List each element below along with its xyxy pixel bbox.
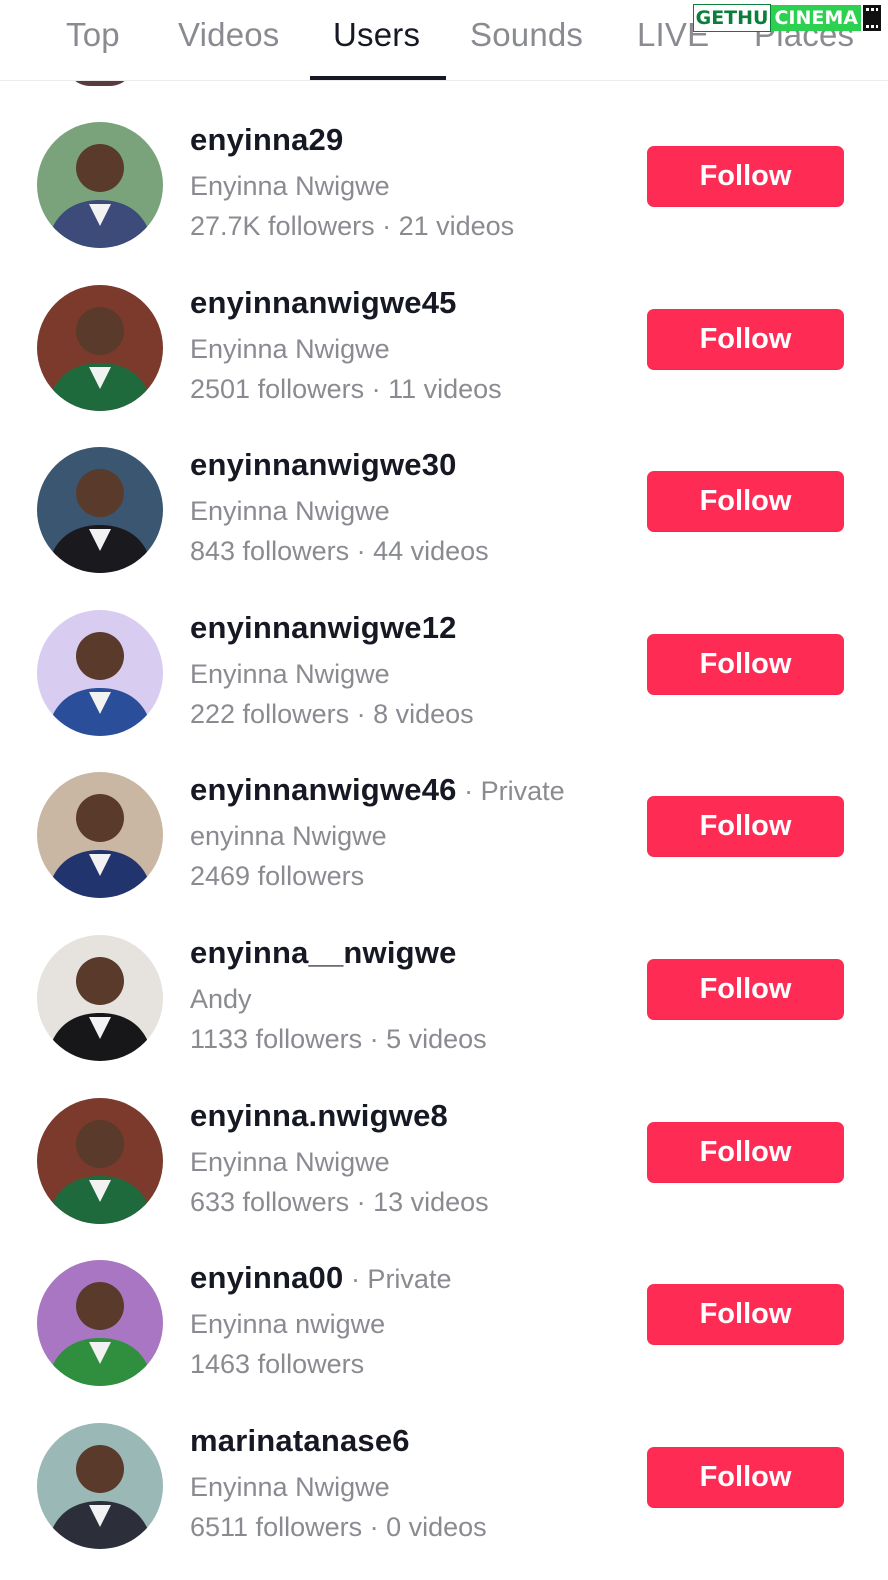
user-row[interactable]: enyinna00 · Private Enyinna nwigwe 1463 …	[0, 1238, 888, 1400]
avatar[interactable]	[37, 610, 163, 736]
avatar[interactable]	[37, 1098, 163, 1224]
username[interactable]: enyinna00	[190, 1260, 343, 1295]
tab-videos[interactable]: Videos	[178, 16, 280, 54]
avatar[interactable]	[37, 122, 163, 248]
user-row[interactable]: marinatanase6 Enyinna Nwigwe 6511 follow…	[0, 1401, 888, 1563]
person-avatar-icon	[37, 285, 163, 411]
username-line: enyinna29	[190, 120, 343, 161]
avatar[interactable]	[37, 935, 163, 1061]
user-row[interactable]: enyinnanwigwe12 Enyinna Nwigwe 222 follo…	[0, 588, 888, 750]
person-avatar-icon	[37, 122, 163, 248]
user-row[interactable]: enyinna__nwigwe Andy 1133 followers · 5 …	[0, 913, 888, 1075]
private-tag: · Private	[343, 1264, 452, 1294]
username[interactable]: enyinnanwigwe46	[190, 772, 457, 807]
person-avatar-icon	[37, 1260, 163, 1386]
username[interactable]: enyinnanwigwe30	[190, 447, 457, 482]
avatar[interactable]	[37, 447, 163, 573]
display-name: Enyinna Nwigwe	[190, 171, 390, 201]
follower-stats: 1133 followers · 5 videos	[190, 1024, 487, 1054]
username-line: enyinna00 · Private	[190, 1258, 451, 1299]
username[interactable]: enyinna.nwigwe8	[190, 1098, 448, 1133]
user-results-list: enyinna29 Enyinna Nwigwe 27.7K followers…	[0, 0, 888, 1580]
watermark-text-2: CINEMA	[771, 5, 861, 31]
display-name: Enyinna nwigwe	[190, 1309, 386, 1339]
username-line: enyinnanwigwe46 · Private	[190, 770, 565, 811]
person-avatar-icon	[37, 610, 163, 736]
display-name: Enyinna Nwigwe	[190, 1147, 390, 1177]
follow-button[interactable]: Follow	[647, 309, 844, 370]
avatar[interactable]	[37, 772, 163, 898]
follower-stats: 2501 followers · 11 videos	[190, 374, 502, 404]
username-line: enyinna__nwigwe	[190, 933, 457, 974]
avatar[interactable]	[37, 1260, 163, 1386]
follow-button[interactable]: Follow	[647, 1447, 844, 1508]
user-row[interactable]: enyinnanwigwe45 Enyinna Nwigwe 2501 foll…	[0, 263, 888, 425]
user-row[interactable]: enyinnanwigwe30 Enyinna Nwigwe 843 follo…	[0, 425, 888, 587]
follower-stats: 2469 followers	[190, 861, 365, 891]
display-name: Enyinna Nwigwe	[190, 659, 390, 689]
follower-stats: 6511 followers · 0 videos	[190, 1512, 487, 1542]
follow-button[interactable]: Follow	[647, 146, 844, 207]
display-name: Enyinna Nwigwe	[190, 334, 390, 364]
username[interactable]: enyinna__nwigwe	[190, 935, 457, 970]
follow-button[interactable]: Follow	[647, 471, 844, 532]
display-name: Enyinna Nwigwe	[190, 496, 390, 526]
follow-button[interactable]: Follow	[647, 1284, 844, 1345]
follower-stats: 1463 followers	[190, 1349, 365, 1379]
username-line: enyinnanwigwe30	[190, 445, 457, 486]
display-name: enyinna Nwigwe	[190, 821, 387, 851]
tab-sounds[interactable]: Sounds	[470, 16, 583, 54]
follower-stats: 27.7K followers · 21 videos	[190, 211, 515, 241]
follower-stats: 222 followers · 8 videos	[190, 699, 474, 729]
username-line: marinatanase6	[190, 1421, 410, 1462]
username[interactable]: marinatanase6	[190, 1423, 410, 1458]
user-row[interactable]: enyinna29 Enyinna Nwigwe 27.7K followers…	[0, 100, 888, 262]
user-row[interactable]: enyinna.nwigwe8 Enyinna Nwigwe 633 follo…	[0, 1076, 888, 1238]
person-avatar-icon	[37, 772, 163, 898]
person-avatar-icon	[37, 1423, 163, 1549]
follower-stats: 843 followers · 44 videos	[190, 536, 489, 566]
avatar[interactable]	[37, 285, 163, 411]
username-line: enyinnanwigwe12	[190, 608, 457, 649]
username[interactable]: enyinna29	[190, 122, 343, 157]
private-tag: · Private	[456, 776, 565, 806]
follow-button[interactable]: Follow	[647, 959, 844, 1020]
username-line: enyinna.nwigwe8	[190, 1096, 448, 1137]
person-avatar-icon	[37, 1098, 163, 1224]
person-avatar-icon	[37, 935, 163, 1061]
avatar[interactable]	[37, 1423, 163, 1549]
display-name: Andy	[190, 984, 252, 1014]
username-line: enyinnanwigwe45	[190, 283, 457, 324]
follower-stats: 633 followers · 13 videos	[190, 1187, 489, 1217]
film-icon	[863, 5, 881, 31]
username[interactable]: enyinnanwigwe12	[190, 610, 457, 645]
person-avatar-icon	[37, 447, 163, 573]
watermark-text-1: GETHU	[692, 4, 772, 32]
follow-button[interactable]: Follow	[647, 1122, 844, 1183]
username[interactable]: enyinnanwigwe45	[190, 285, 457, 320]
follow-button[interactable]: Follow	[647, 634, 844, 695]
active-tab-indicator	[310, 76, 446, 80]
user-row[interactable]: enyinnanwigwe46 · Private enyinna Nwigwe…	[0, 750, 888, 912]
watermark-logo: GETHU CINEMA	[692, 3, 881, 33]
display-name: Enyinna Nwigwe	[190, 1472, 390, 1502]
tab-users[interactable]: Users	[333, 16, 420, 54]
follow-button[interactable]: Follow	[647, 796, 844, 857]
tab-top[interactable]: Top	[66, 16, 120, 54]
